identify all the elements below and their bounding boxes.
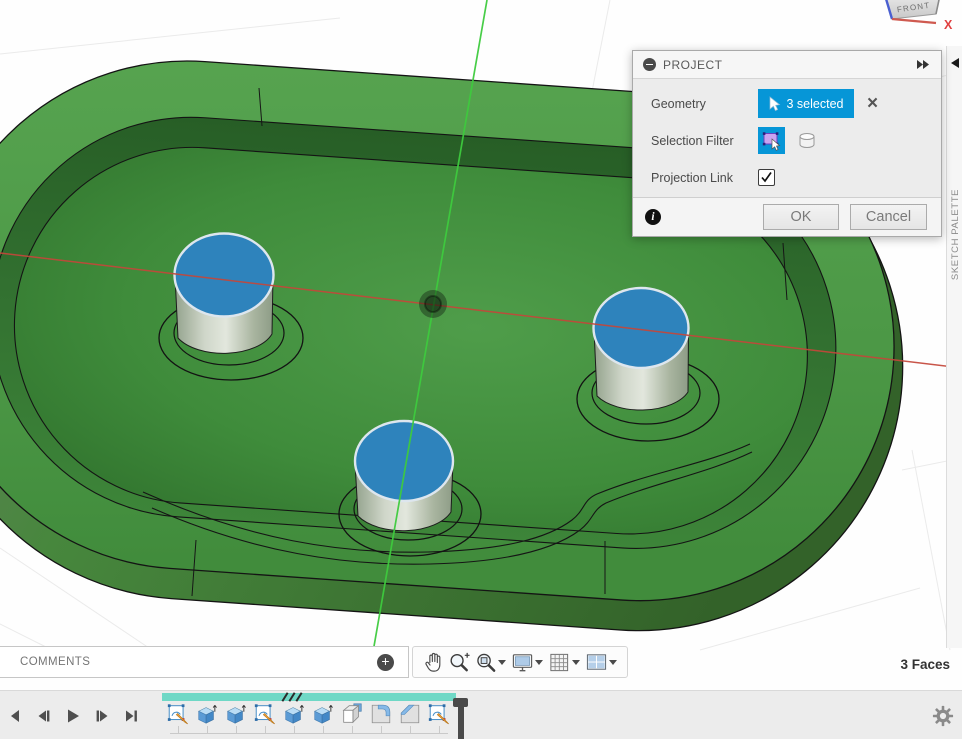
playback-go-to-beginning-icon[interactable]	[4, 705, 26, 727]
chevron-down-icon[interactable]	[535, 660, 543, 665]
projection-link-row: Projection Link	[633, 159, 941, 196]
nav-grid-settings-icon[interactable]	[546, 649, 572, 675]
geometry-selection-button[interactable]: 3 selected	[758, 89, 854, 118]
chevron-down-icon[interactable]	[572, 660, 580, 665]
timeline-feature-extrude-icon[interactable]	[311, 702, 335, 726]
playback-controls	[4, 705, 142, 727]
timeline-feature-sketch-icon[interactable]	[253, 702, 277, 726]
timeline-feature-sketch-icon[interactable]	[166, 702, 190, 726]
timeline-feature-extrude-icon[interactable]	[224, 702, 248, 726]
nav-zoom-icon[interactable]	[446, 649, 472, 675]
timeline-bar	[0, 690, 962, 739]
settings-gear-icon[interactable]	[932, 705, 954, 727]
clear-selection-icon[interactable]: ×	[867, 96, 878, 112]
projection-link-label: Projection Link	[651, 171, 758, 185]
nav-fit-icon[interactable]	[472, 649, 498, 675]
expand-dialog-icon[interactable]	[915, 58, 931, 71]
timeline-playhead[interactable]	[458, 706, 464, 739]
timeline-feature-chamfer-icon[interactable]	[398, 702, 422, 726]
playback-play-icon[interactable]	[62, 705, 84, 727]
playback-go-to-end-icon[interactable]	[120, 705, 142, 727]
face-filter-icon	[761, 130, 782, 151]
sketch-palette-tab[interactable]	[946, 46, 962, 648]
project-dialog: PROJECT Geometry 3 selected × Selection …	[632, 50, 942, 237]
timeline-feature-fillet-icon[interactable]	[369, 702, 393, 726]
fusion-canvas-stage: FRONT X SKETCH PALETTE PROJECT Geometry …	[0, 0, 962, 739]
selected-face-2[interactable]	[594, 288, 689, 368]
timeline-marker-band	[162, 693, 456, 701]
playback-step-forward-icon[interactable]	[91, 705, 113, 727]
checkmark-icon	[760, 171, 773, 184]
cancel-button[interactable]: Cancel	[850, 204, 927, 230]
project-dialog-footer: i OK Cancel	[633, 197, 941, 236]
chevron-down-icon[interactable]	[498, 660, 506, 665]
add-comment-icon[interactable]: +	[377, 654, 394, 671]
viewcube[interactable]: FRONT X	[852, 0, 962, 40]
filter-bodies-button[interactable]	[793, 127, 820, 154]
geometry-label: Geometry	[651, 97, 758, 111]
body-filter-icon	[796, 131, 818, 151]
comments-bar[interactable]: COMMENTS +	[0, 646, 409, 678]
nav-display-settings-icon[interactable]	[509, 649, 535, 675]
viewcube-x-axis-edge	[892, 19, 936, 23]
expand-palette-arrow-icon[interactable]	[951, 58, 959, 68]
selection-status-text: 3 Faces	[900, 657, 950, 672]
chevron-down-icon[interactable]	[609, 660, 617, 665]
x-axis-label: X	[944, 18, 953, 32]
cursor-arrow-icon	[769, 96, 782, 112]
playback-step-back-icon[interactable]	[33, 705, 55, 727]
comments-label: COMMENTS	[0, 656, 377, 668]
nav-toolbar	[412, 646, 628, 678]
projection-link-checkbox[interactable]	[758, 169, 775, 186]
sketch-palette-label: SKETCH PALETTE	[950, 162, 962, 307]
timeline-feature-extrude-icon[interactable]	[195, 702, 219, 726]
geometry-row: Geometry 3 selected ×	[633, 85, 941, 122]
info-icon[interactable]: i	[645, 209, 661, 225]
filter-faces-button[interactable]	[758, 127, 785, 154]
timeline-feature-combine-icon[interactable]	[340, 702, 364, 726]
timeline-feature-sketch-icon[interactable]	[427, 702, 451, 726]
project-dialog-header[interactable]: PROJECT	[633, 51, 941, 79]
origin-marker	[419, 290, 447, 318]
selected-face-3[interactable]	[355, 421, 453, 501]
timeline-feature-extrude-icon[interactable]	[282, 702, 306, 726]
selection-filter-label: Selection Filter	[651, 134, 758, 148]
geometry-selection-count: 3 selected	[787, 97, 844, 111]
collapse-dialog-icon[interactable]	[643, 58, 656, 71]
timeline-baseline	[170, 733, 448, 734]
selection-filter-row: Selection Filter	[633, 122, 941, 159]
ok-button[interactable]: OK	[763, 204, 839, 230]
timeline-features	[166, 702, 451, 726]
nav-viewports-icon[interactable]	[583, 649, 609, 675]
dialog-title: PROJECT	[663, 58, 915, 72]
band-hatch-mark	[296, 692, 303, 702]
nav-pan-icon[interactable]	[420, 649, 446, 675]
